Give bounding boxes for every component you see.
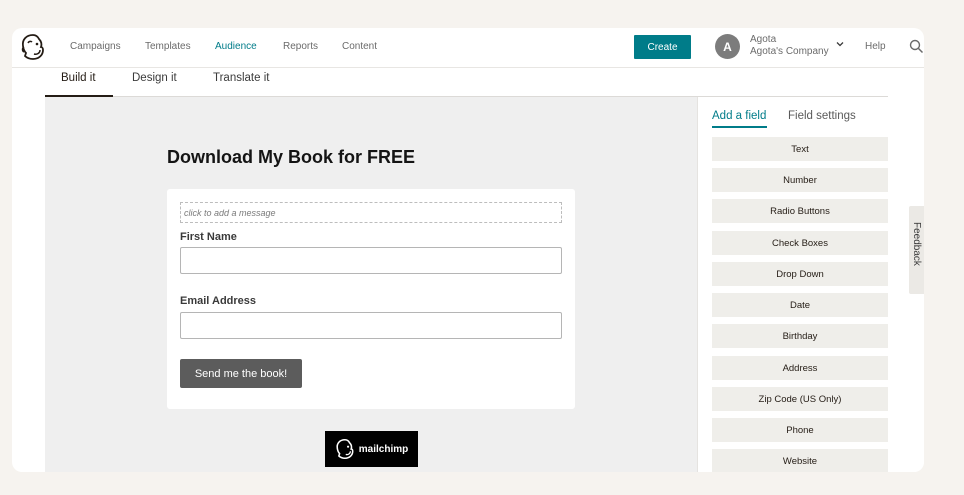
app-window: Campaigns Templates Audience Reports Con… xyxy=(12,28,924,472)
create-button[interactable]: Create xyxy=(634,35,691,59)
email-label[interactable]: Email Address xyxy=(180,295,256,307)
field-number-button[interactable]: Number xyxy=(712,168,888,192)
mailchimp-badge[interactable]: mailchimp xyxy=(325,431,418,467)
avatar[interactable]: A xyxy=(715,34,740,59)
nav-campaigns[interactable]: Campaigns xyxy=(70,41,121,52)
field-drop-down-button[interactable]: Drop Down xyxy=(712,262,888,286)
tab-add-a-field[interactable]: Add a field xyxy=(712,110,766,122)
message-placeholder[interactable]: click to add a message xyxy=(180,202,562,223)
field-phone-button[interactable]: Phone xyxy=(712,418,888,442)
field-text-button[interactable]: Text xyxy=(712,137,888,161)
nav-reports[interactable]: Reports xyxy=(283,41,318,52)
feedback-tab[interactable]: Feedback xyxy=(909,206,924,294)
tab-design-it[interactable]: Design it xyxy=(132,72,177,84)
mailchimp-logo-icon xyxy=(336,438,354,460)
first-name-label[interactable]: First Name xyxy=(180,231,237,243)
help-link[interactable]: Help xyxy=(865,41,886,52)
field-date-button[interactable]: Date xyxy=(712,293,888,317)
first-name-field[interactable] xyxy=(180,247,562,274)
field-zip-code-button[interactable]: Zip Code (US Only) xyxy=(712,387,888,411)
account-name[interactable]: Agota xyxy=(750,34,776,45)
mailchimp-logo-icon[interactable] xyxy=(20,33,46,61)
field-check-boxes-button[interactable]: Check Boxes xyxy=(712,231,888,255)
chevron-down-icon[interactable] xyxy=(836,40,844,48)
field-radio-buttons-button[interactable]: Radio Buttons xyxy=(712,199,888,223)
tab-translate-it[interactable]: Translate it xyxy=(213,72,269,84)
top-nav: Campaigns Templates Audience Reports Con… xyxy=(12,28,924,68)
field-website-button[interactable]: Website xyxy=(712,449,888,472)
account-company[interactable]: Agota's Company xyxy=(750,46,829,57)
search-icon[interactable] xyxy=(909,39,924,54)
nav-templates[interactable]: Templates xyxy=(145,41,191,52)
badge-text: mailchimp xyxy=(358,443,409,455)
nav-audience[interactable]: Audience xyxy=(215,41,257,52)
nav-content[interactable]: Content xyxy=(342,41,377,52)
submit-button[interactable]: Send me the book! xyxy=(180,359,302,388)
field-address-button[interactable]: Address xyxy=(712,356,888,380)
panel-tab-indicator xyxy=(712,126,767,128)
tab-build-it[interactable]: Build it xyxy=(61,72,96,84)
feedback-label: Feedback xyxy=(911,222,922,266)
field-panel: Add a field Field settings Text Number R… xyxy=(697,97,924,472)
form-canvas: Download My Book for FREE click to add a… xyxy=(45,97,697,472)
form-title[interactable]: Download My Book for FREE xyxy=(167,147,415,168)
builder-tabs: Build it Design it Translate it xyxy=(45,68,888,98)
email-field[interactable] xyxy=(180,312,562,339)
tab-field-settings[interactable]: Field settings xyxy=(788,110,856,122)
signup-form: click to add a message First Name Email … xyxy=(167,189,575,409)
field-birthday-button[interactable]: Birthday xyxy=(712,324,888,348)
